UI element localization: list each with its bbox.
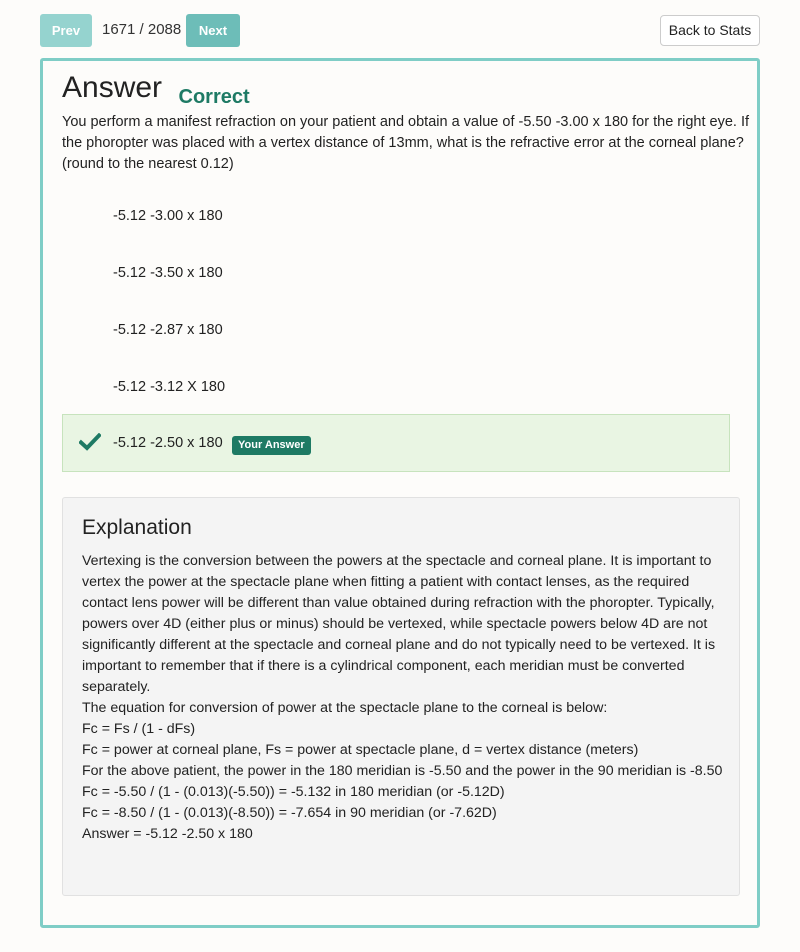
answer-title: Answer: [62, 71, 163, 104]
selected-answer-option[interactable]: -5.12 -2.50 x 180 Your Answer: [62, 414, 730, 472]
calculation-line: Fc = -8.50 / (1 - (0.013)(-8.50)) = -7.6…: [82, 805, 497, 821]
explanation-body: Vertexing is the conversion between the …: [82, 551, 727, 845]
explanation-line: For the above patient, the power in the …: [82, 763, 723, 779]
formula-line: Fc = Fs / (1 - dFs): [82, 721, 196, 737]
answer-header: Answer Correct: [62, 71, 250, 109]
answer-option-1[interactable]: -5.12 -3.00 x 180: [113, 208, 223, 224]
selected-answer-text: -5.12 -2.50 x 180: [113, 435, 223, 451]
your-answer-badge: Your Answer: [232, 436, 311, 455]
calculation-line: Fc = -5.50 / (1 - (0.013)(-5.50)) = -5.1…: [82, 784, 505, 800]
prev-button[interactable]: Prev: [40, 14, 92, 47]
answer-option-3[interactable]: -5.12 -2.87 x 180: [113, 322, 223, 338]
status-correct-label: Correct: [178, 86, 250, 108]
formula-legend: Fc = power at corneal plane, Fs = power …: [82, 742, 639, 758]
explanation-paragraph: Vertexing is the conversion between the …: [82, 553, 716, 695]
answer-card: Answer Correct You perform a manifest re…: [40, 58, 760, 928]
navigation-bar: Prev 1671 / 2088 Next Back to Stats: [40, 14, 760, 48]
answer-option-4[interactable]: -5.12 -3.12 X 180: [113, 379, 225, 395]
next-button[interactable]: Next: [186, 14, 240, 47]
explanation-panel: Explanation Vertexing is the conversion …: [62, 497, 740, 896]
explanation-line: The equation for conversion of power at …: [82, 700, 608, 716]
explanation-title: Explanation: [82, 516, 192, 539]
question-counter: 1671 / 2088: [102, 21, 182, 38]
final-answer-line: Answer = -5.12 -2.50 x 180: [82, 826, 253, 842]
question-text: You perform a manifest refraction on you…: [62, 114, 750, 172]
answer-option-2[interactable]: -5.12 -3.50 x 180: [113, 265, 223, 281]
back-to-stats-button[interactable]: Back to Stats: [660, 15, 760, 46]
checkmark-icon: [78, 432, 102, 456]
